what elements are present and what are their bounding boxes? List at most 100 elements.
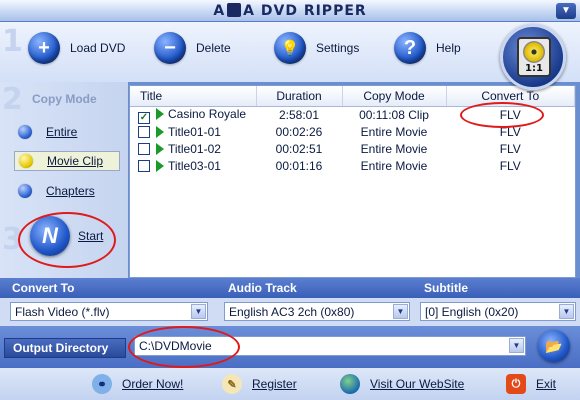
convert-to-heading: Convert To [12,281,75,295]
exit-button[interactable]: ⏻ Exit [506,374,556,394]
mode-option-entire[interactable]: Entire [14,122,120,142]
question-icon: ? [394,32,426,64]
title-cell: Title01-02 [130,141,256,158]
checkbox-checked[interactable]: ✓ [138,111,150,124]
row-copy-mode: Entire Movie [360,159,428,173]
row-duration: 00:02:26 [275,125,323,139]
start-icon: N [30,216,70,256]
row-copy-mode: Entire Movie [360,142,428,156]
disc-graphic [523,41,545,63]
radio-selected-icon [19,154,33,168]
chevron-down-icon[interactable]: ▼ [393,304,408,319]
step-two-number: 2 [2,82,23,117]
play-icon[interactable] [156,126,164,138]
table-row[interactable]: ✓ Casino Royale 2:58:01 00:11:08 Clip FLV [130,106,575,124]
audio-track-heading: Audio Track [228,281,297,295]
table-row[interactable]: Title01-02 00:02:51 Entire Movie FLV [130,141,575,158]
step-one-number: 1 [2,24,23,59]
row-title: Title01-01 [168,125,221,139]
title-cell: ✓ Casino Royale [130,106,256,124]
play-icon[interactable] [156,160,164,172]
register-link[interactable]: ✎ Register [222,374,297,394]
order-icon: ⚭ [92,374,112,394]
output-directory-field[interactable]: C:\DVDMovie ▼ [134,336,526,356]
copy-mode-panel: 2 Copy Mode Entire Movie Clip Chapters 3… [0,82,128,278]
toolbar: 1 + Load DVD − Delete 💡 Settings ? Help … [0,22,580,90]
checkbox[interactable] [138,143,150,155]
ratio-label: 1:1 [525,63,543,74]
convert-to-value: Flash Video (*.flv) [15,304,110,319]
disc-icon: 1:1 [517,37,551,77]
row-convert-to: FLV [499,108,521,122]
play-icon[interactable] [156,143,164,155]
chevron-down-icon[interactable]: ▼ [191,304,206,319]
row-convert-to: FLV [499,159,521,173]
power-icon: ⏻ [506,374,526,394]
radio-icon [18,184,32,198]
checkbox[interactable] [138,126,150,138]
settings-dropdown-row: Flash Video (*.flv) ▼ English AC3 2ch (0… [0,298,580,326]
mode-option-movie-clip[interactable]: Movie Clip [14,151,120,171]
table-row[interactable]: Title03-01 00:01:16 Entire Movie FLV [130,158,575,175]
order-now-label: Order Now! [122,377,184,391]
column-convert-to[interactable]: Convert To [446,86,575,107]
settings-label: Settings [316,41,360,55]
visit-website-label: Visit Our WebSite [370,377,465,391]
row-convert-to: FLV [499,142,521,156]
title-cell: Title03-01 [130,158,256,175]
chevron-down-icon[interactable]: ▼ [559,304,574,319]
title-cell: Title01-01 [130,124,256,141]
delete-button[interactable]: − Delete [154,32,231,64]
mode-label-entire: Entire [46,125,78,139]
load-dvd-label: Load DVD [70,41,126,55]
settings-button[interactable]: 💡 Settings [274,32,359,64]
copy-mode-title: Copy Mode [32,92,97,106]
row-duration: 00:02:51 [275,142,323,156]
folder-icon[interactable]: 📂 [538,330,570,362]
settings-header-bar: Convert To Audio Track Subtitle [0,278,580,298]
app-title-text: A DVD RIPPER [243,3,367,19]
plus-icon: + [28,32,60,64]
logo-icon [227,3,242,17]
step-three-number: 3 [2,222,23,257]
chevron-down-icon[interactable]: ▼ [509,338,524,353]
column-duration[interactable]: Duration [256,86,343,107]
help-button[interactable]: ? Help [394,32,461,64]
delete-label: Delete [196,41,231,55]
row-title: Title01-02 [168,142,221,156]
output-directory-label: Output Directory [4,338,126,358]
dvd-copy-badge[interactable]: 1:1 [500,24,566,90]
column-copy-mode[interactable]: Copy Mode [342,86,447,107]
exit-label: Exit [536,377,557,391]
row-title: Title03-01 [168,159,221,173]
start-button[interactable]: N Start [30,216,103,256]
row-copy-mode: 00:11:08 Clip [359,108,429,122]
row-duration: 2:58:01 [278,108,320,122]
radio-icon [18,125,32,139]
globe-icon [340,374,360,394]
subtitle-value: [0] English (0x20) [425,304,519,319]
order-now-link[interactable]: ⚭ Order Now! [92,374,183,394]
bulb-icon: 💡 [274,32,306,64]
checkbox[interactable] [138,160,150,172]
convert-to-select[interactable]: Flash Video (*.flv) ▼ [10,302,208,321]
mode-option-chapters[interactable]: Chapters [14,181,120,201]
output-directory-value: C:\DVDMovie [139,339,212,353]
subtitle-select[interactable]: [0] English (0x20) ▼ [420,302,576,321]
mode-label-movie-clip: Movie Clip [47,154,104,168]
column-title[interactable]: Title [130,86,257,107]
table-row[interactable]: Title01-01 00:02:26 Entire Movie FLV [130,124,575,141]
output-directory-bar: Output Directory C:\DVDMovie ▼ 📂 [0,326,580,368]
window-menu-button[interactable]: ▼ [556,3,576,19]
minus-icon: − [154,32,186,64]
load-dvd-button[interactable]: + Load DVD [28,32,125,64]
visit-website-link[interactable]: Visit Our WebSite [340,374,464,394]
mode-label-chapters: Chapters [46,184,95,198]
play-icon[interactable] [156,107,164,120]
audio-track-select[interactable]: English AC3 2ch (0x80) ▼ [224,302,410,321]
subtitle-heading: Subtitle [424,281,468,295]
audio-track-value: English AC3 2ch (0x80) [229,304,355,319]
table-header-row: Title Duration Copy Mode Convert To [130,86,575,107]
app-title-prefix: A [213,3,226,19]
title-table: Title Duration Copy Mode Convert To ✓ Cas… [129,85,576,278]
